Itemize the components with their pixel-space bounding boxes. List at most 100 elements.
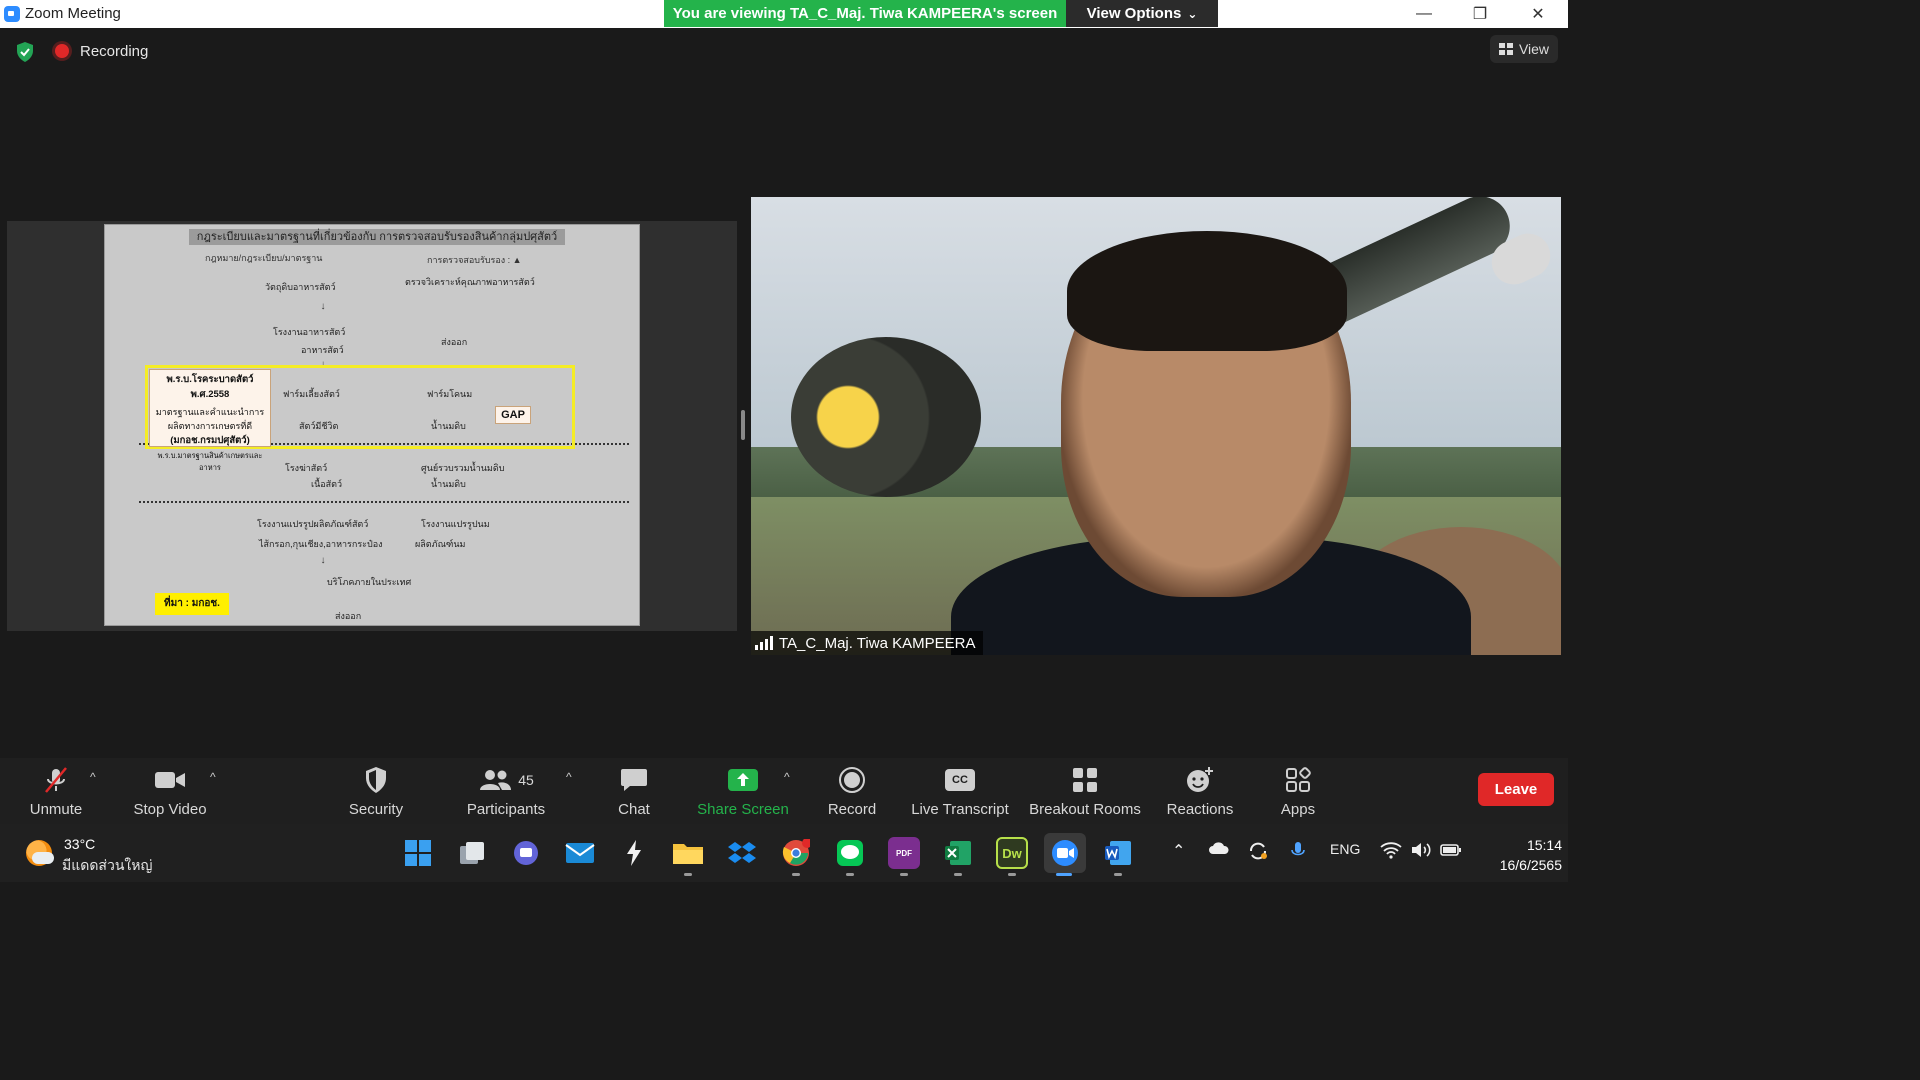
recording-label[interactable]: Recording bbox=[80, 43, 148, 60]
viewing-banner: You are viewing TA_C_Maj. Tiwa KAMPEERA'… bbox=[664, 0, 1066, 27]
share-screen-button[interactable]: Share Screen bbox=[696, 758, 790, 824]
chevron-down-icon: ⌄ bbox=[1187, 6, 1198, 21]
signal-strength-icon bbox=[755, 636, 773, 650]
wifi-icon[interactable] bbox=[1380, 841, 1402, 862]
chrome-icon[interactable] bbox=[780, 837, 812, 869]
doc-row-9-left: ไส้กรอก,กุนเชียง,อาหารกระป๋อง bbox=[259, 539, 383, 549]
task-view-icon[interactable] bbox=[456, 837, 488, 869]
weather-icon[interactable] bbox=[26, 840, 54, 866]
stop-video-label: Stop Video bbox=[133, 800, 207, 818]
system-clock[interactable]: 15:14 16/6/2565 bbox=[1478, 835, 1562, 875]
zoom-icon bbox=[4, 6, 20, 22]
minimize-button[interactable]: — bbox=[1396, 0, 1452, 28]
onedrive-icon[interactable] bbox=[1208, 841, 1230, 858]
security-button[interactable]: Security bbox=[340, 758, 412, 824]
leave-button[interactable]: Leave bbox=[1478, 773, 1554, 806]
meeting-area: Recording View กฎระเบียบและมาตรฐานที่เกี… bbox=[0, 28, 1568, 758]
restore-button[interactable]: ❐ bbox=[1452, 0, 1508, 28]
unmute-label: Unmute bbox=[29, 800, 83, 818]
shared-screen-panel[interactable]: กฎระเบียบและมาตรฐานที่เกี่ยวข้องกับ การต… bbox=[7, 221, 737, 631]
participant-hair bbox=[1067, 231, 1347, 351]
video-options-caret[interactable]: ^ bbox=[210, 770, 216, 784]
reactions-icon bbox=[1187, 766, 1213, 792]
share-options-caret[interactable]: ^ bbox=[784, 770, 790, 784]
video-background-launcher bbox=[791, 337, 981, 497]
column-header-cert: การตรวจสอบรับรอง : ▲ bbox=[427, 255, 522, 265]
dropbox-icon[interactable] bbox=[726, 837, 758, 869]
callout-law: พ.ร.บ.โรคระบาดสัตว์ bbox=[166, 374, 254, 385]
participants-icon bbox=[480, 769, 512, 790]
apps-button[interactable]: Apps bbox=[1272, 758, 1324, 824]
pdf-app-icon[interactable]: PDF bbox=[888, 837, 920, 869]
breakout-rooms-label: Breakout Rooms bbox=[1029, 800, 1141, 818]
sync-icon[interactable] bbox=[1248, 841, 1268, 864]
chat-button[interactable]: Chat bbox=[606, 758, 662, 824]
battery-icon[interactable] bbox=[1440, 841, 1462, 862]
weather-temperature[interactable]: 33°C bbox=[64, 836, 95, 852]
chat-icon bbox=[621, 768, 647, 791]
participants-options-caret[interactable]: ^ bbox=[566, 770, 572, 784]
doc-row-6-left: โรงฆ่าสัตว์ bbox=[285, 463, 328, 473]
apps-label: Apps bbox=[1280, 800, 1316, 818]
security-label: Security bbox=[348, 800, 404, 818]
audio-options-caret[interactable]: ^ bbox=[90, 770, 96, 784]
doc-arrow: ↓ bbox=[320, 555, 326, 566]
record-button[interactable]: Record bbox=[822, 758, 882, 824]
share-screen-label: Share Screen bbox=[697, 800, 789, 818]
weather-description[interactable]: มีแดดส่วนใหญ่ bbox=[62, 855, 152, 877]
callout-footer: พ.ร.บ.มาตรฐานสินค้าเกษตรและอาหาร bbox=[157, 451, 263, 472]
chevron-up-icon[interactable]: ⌃ bbox=[1172, 841, 1185, 861]
teams-chat-icon[interactable] bbox=[510, 837, 542, 869]
participant-person bbox=[951, 231, 1471, 655]
shield-icon[interactable] bbox=[14, 41, 36, 63]
dreamweaver-icon[interactable]: Dw bbox=[996, 837, 1028, 869]
excel-icon[interactable] bbox=[942, 837, 974, 869]
running-indicator bbox=[684, 873, 692, 876]
apps-icon bbox=[1286, 766, 1311, 792]
cc-icon: CC bbox=[945, 768, 975, 791]
line-icon[interactable] bbox=[834, 837, 866, 869]
share-screen-icon bbox=[728, 768, 758, 791]
running-indicator bbox=[1114, 873, 1122, 876]
word-icon[interactable] bbox=[1102, 837, 1134, 869]
window-title: Zoom Meeting bbox=[25, 5, 121, 22]
reactions-label: Reactions bbox=[1166, 800, 1234, 818]
participants-count: 45 bbox=[518, 771, 534, 788]
reactions-button[interactable]: Reactions bbox=[1164, 758, 1236, 824]
view-options-label: View Options bbox=[1086, 5, 1182, 22]
meeting-toolbar: Unmute ^ Stop Video ^ Security 45 Partic… bbox=[0, 758, 1568, 824]
view-label: View bbox=[1518, 41, 1550, 57]
live-transcript-label: Live Transcript bbox=[911, 800, 1009, 818]
doc-arrow: ↓ bbox=[320, 301, 326, 312]
video-icon bbox=[155, 771, 185, 788]
divider-line bbox=[139, 501, 629, 503]
windows-taskbar: 33°C มีแดดส่วนใหญ่ PDF Dw ⌃ ENG 15:14 16… bbox=[0, 824, 1568, 882]
breakout-rooms-button[interactable]: Breakout Rooms bbox=[1026, 758, 1144, 824]
doc-row-1-right: ตรวจวิเคราะห์คุณภาพอาหารสัตว์ bbox=[405, 277, 535, 287]
running-indicator bbox=[846, 873, 854, 876]
file-explorer-icon[interactable] bbox=[672, 837, 704, 869]
clock-date: 16/6/2565 bbox=[1499, 857, 1562, 873]
panel-splitter-handle[interactable] bbox=[741, 410, 745, 440]
stop-video-button[interactable]: Stop Video bbox=[126, 758, 214, 824]
volume-icon[interactable] bbox=[1410, 841, 1432, 862]
clock-time: 15:14 bbox=[1526, 837, 1562, 853]
close-button[interactable]: ✕ bbox=[1510, 0, 1566, 28]
running-indicator bbox=[1008, 873, 1016, 876]
doc-row-9-right: ผลิตภัณฑ์นม bbox=[415, 539, 466, 549]
view-icon bbox=[1498, 43, 1513, 55]
zoom-taskbar-icon[interactable] bbox=[1044, 833, 1086, 873]
windows-start-icon[interactable] bbox=[402, 837, 434, 869]
view-options-button[interactable]: View Options ⌄ bbox=[1066, 0, 1218, 27]
participants-button[interactable]: 45 Participants bbox=[458, 758, 554, 824]
app-lightning-icon[interactable] bbox=[618, 837, 650, 869]
live-transcript-button[interactable]: CC Live Transcript bbox=[906, 758, 1014, 824]
mail-icon[interactable] bbox=[564, 837, 596, 869]
doc-row-11-left: ส่งออก bbox=[335, 611, 362, 621]
running-indicator bbox=[954, 873, 962, 876]
participant-video[interactable]: TA_C_Maj. Tiwa KAMPEERA bbox=[751, 197, 1561, 655]
view-button[interactable]: View bbox=[1490, 35, 1558, 63]
unmute-button[interactable]: Unmute bbox=[20, 758, 92, 824]
microphone-icon[interactable] bbox=[1290, 841, 1306, 864]
language-indicator[interactable]: ENG bbox=[1330, 841, 1360, 857]
